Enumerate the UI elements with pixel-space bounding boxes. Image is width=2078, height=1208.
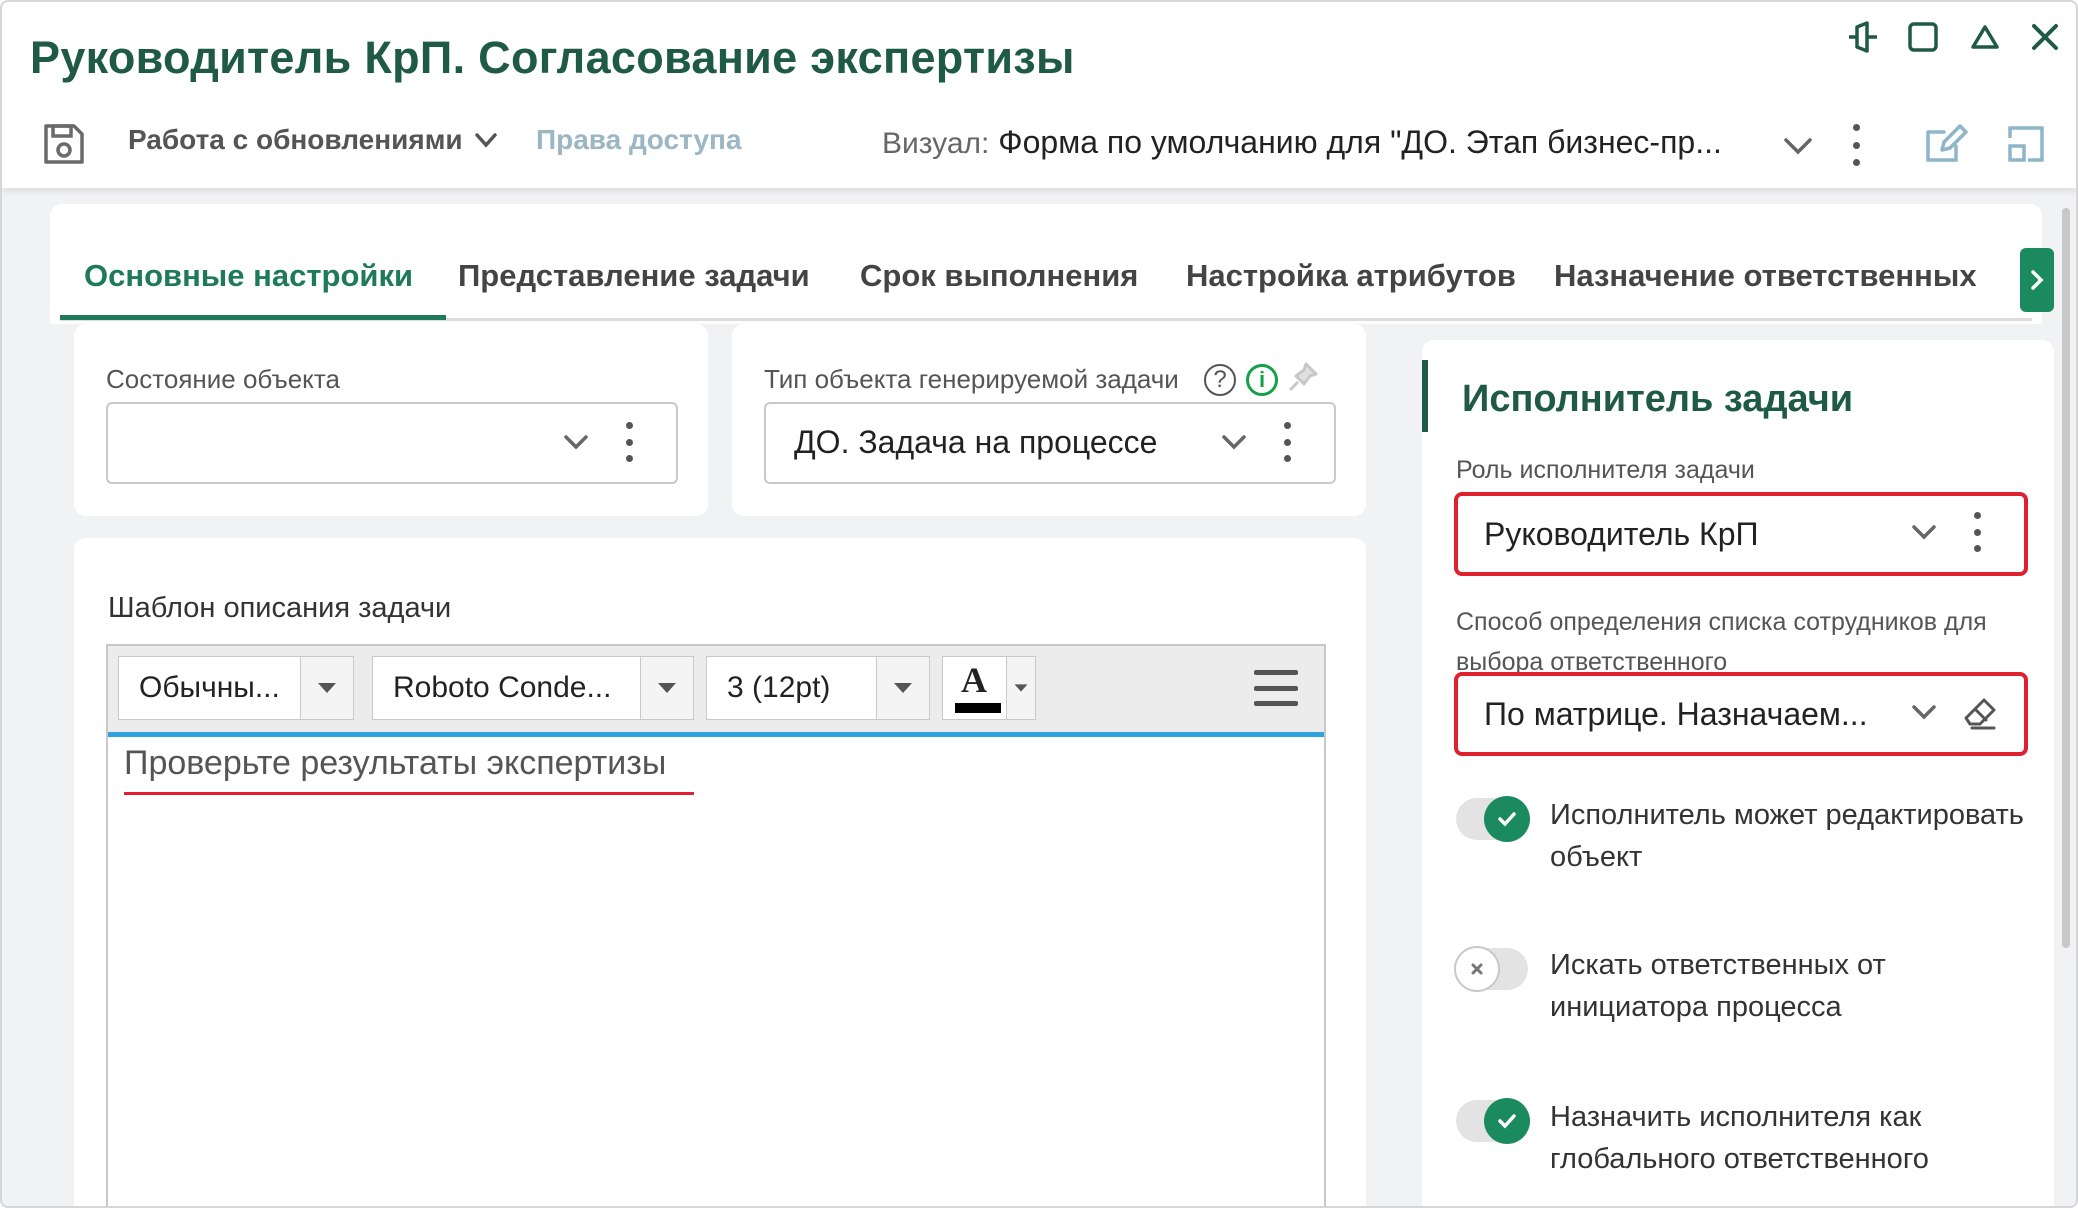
toggle-knob [1454,946,1500,992]
paragraph-style-value: Обычны... [139,671,280,704]
employee-list-method-value: По матрице. Назначаем... [1484,696,1868,732]
text-color-swatch [955,703,1001,713]
page-title: Руководитель КрП. Согласование экспертиз… [30,32,1075,83]
save-button[interactable] [40,120,88,168]
font-family-dropdown[interactable]: Roboto Conde... [372,656,694,720]
tab-task-view[interactable]: Представление задачи [458,258,810,294]
executor-role-label: Роль исполнителя задачи [1456,456,1755,484]
save-icon [44,124,84,164]
active-tab-indicator [60,315,446,320]
employee-list-method-label: Способ определения списка сотрудников дл… [1456,608,1987,676]
collapse-icon [1971,25,1999,49]
editor-menu-icon[interactable] [1254,670,1298,706]
editor-toolbar: Обычны... Roboto Conde... 3 (12pt) A [108,646,1324,737]
app-window: Руководитель КрП. Согласование экспертиз… [0,0,2078,1208]
executor-section-title: Исполнитель задачи [1462,378,1854,420]
maximize-button[interactable] [1900,14,1946,60]
description-template-label: Шаблон описания задачи [108,592,452,624]
text-color-dropdown[interactable]: A [942,656,1036,720]
executor-role-select[interactable]: Руководитель КрП [1454,492,2028,576]
editor-content[interactable]: Проверьте результаты экспертизы [124,744,666,783]
search-from-initiator-toggle[interactable] [1454,946,1528,992]
toolbar-kebab-icon[interactable] [1846,124,1866,166]
rich-text-editor: Обычны... Roboto Conde... 3 (12pt) A Про… [106,644,1326,1206]
executor-can-edit-label: Исполнитель может редактировать объект [1550,799,2024,873]
close-icon [2032,24,2058,50]
paragraph-style-caret-icon [300,657,353,719]
chevron-down-icon [1222,435,1246,450]
help-icon[interactable]: ? [1204,364,1236,396]
font-family-caret-icon [640,657,693,719]
font-size-value: 3 (12pt) [727,671,831,704]
paragraph-style-dropdown[interactable]: Обычны... [118,656,354,720]
collapse-button[interactable] [1962,14,2008,60]
close-button[interactable] [2022,14,2068,60]
chevron-down-icon [564,435,588,450]
access-rights-link[interactable]: Права доступа [536,124,742,156]
content-area: Основные настройки Представление задачи … [2,188,2076,1206]
text-color-caret-icon [1006,657,1035,719]
pin-field-icon[interactable] [1286,360,1320,394]
object-state-card: Состояние объекта [74,324,708,516]
executor-card: Исполнитель задачи Роль исполнителя зада… [1422,340,2054,1206]
maximize-icon [1908,22,1938,52]
toggle-knob [1484,796,1530,842]
tabs-scroll-right-button[interactable] [2020,248,2054,312]
object-state-kebab-icon[interactable] [622,422,636,462]
object-state-label: Состояние объекта [106,364,340,394]
visual-label: Визуал: [882,127,990,160]
tab-attributes[interactable]: Настройка атрибутов [1186,258,1516,294]
global-responsible-toggle[interactable] [1456,1098,1530,1144]
task-object-type-kebab-icon[interactable] [1280,422,1294,462]
task-object-type-value: ДО. Задача на процессе [794,424,1158,460]
visual-chevron-down-icon[interactable] [1778,126,1818,166]
global-responsible-label: Назначить исполнителя как глобального от… [1550,1101,1929,1175]
tab-bar: Основные настройки Представление задачи … [50,204,2054,324]
text-color-icon: A [961,660,987,700]
executor-role-kebab-icon[interactable] [1970,512,1984,552]
window-header: Руководитель КрП. Согласование экспертиз… [2,2,2076,188]
pin-icon [1849,21,1877,53]
layout-icon [2008,126,2044,162]
visual-selector[interactable]: Визуал: Форма по умолчанию для "ДО. Этап… [882,124,1722,161]
check-icon [1498,1114,1516,1129]
updates-menu[interactable]: Работа с обновлениями [128,124,499,156]
updates-menu-label: Работа с обновлениями [128,124,463,155]
settings-panel: Основные настройки Представление задачи … [40,204,2054,1206]
layout-button[interactable] [2002,120,2050,168]
executor-can-edit-toggle[interactable] [1456,796,1530,842]
check-icon [1498,812,1516,827]
edit-icon [1926,124,1968,162]
font-size-dropdown[interactable]: 3 (12pt) [706,656,930,720]
tab-assignment[interactable]: Назначение ответственных [1554,258,1977,294]
info-icon[interactable]: i [1246,364,1278,396]
pin-window-button[interactable] [1840,14,1886,60]
font-size-caret-icon [876,657,929,719]
object-state-select[interactable] [106,402,678,484]
executor-role-value: Руководитель КрП [1484,516,1759,552]
employee-list-method-select[interactable]: По матрице. Назначаем... [1454,672,2028,756]
highlight-underline [124,792,694,795]
chevron-right-icon [2031,270,2044,290]
task-object-type-card: Тип объекта генерируемой задачи ? i ДО. … [732,324,1366,516]
vertical-scrollbar[interactable] [2062,208,2070,948]
task-object-type-select[interactable]: ДО. Задача на процессе [764,402,1336,484]
edit-button[interactable] [1920,118,1970,168]
section-accent-bar [1422,360,1428,432]
tab-main-settings[interactable]: Основные настройки [84,258,413,294]
search-from-initiator-label: Искать ответственных от инициатора проце… [1550,949,1886,1023]
tab-deadline[interactable]: Срок выполнения [860,258,1138,294]
chevron-down-icon [1912,525,1936,540]
eraser-icon[interactable] [1958,690,2002,734]
cross-icon [1471,963,1483,975]
toggle-knob [1484,1098,1530,1144]
visual-value: Форма по умолчанию для "ДО. Этап бизнес-… [998,124,1722,160]
task-object-type-label: Тип объекта генерируемой задачи [764,364,1179,394]
chevron-down-icon [474,133,497,148]
font-family-value: Roboto Conde... [393,671,612,704]
chevron-down-icon [1912,705,1936,720]
